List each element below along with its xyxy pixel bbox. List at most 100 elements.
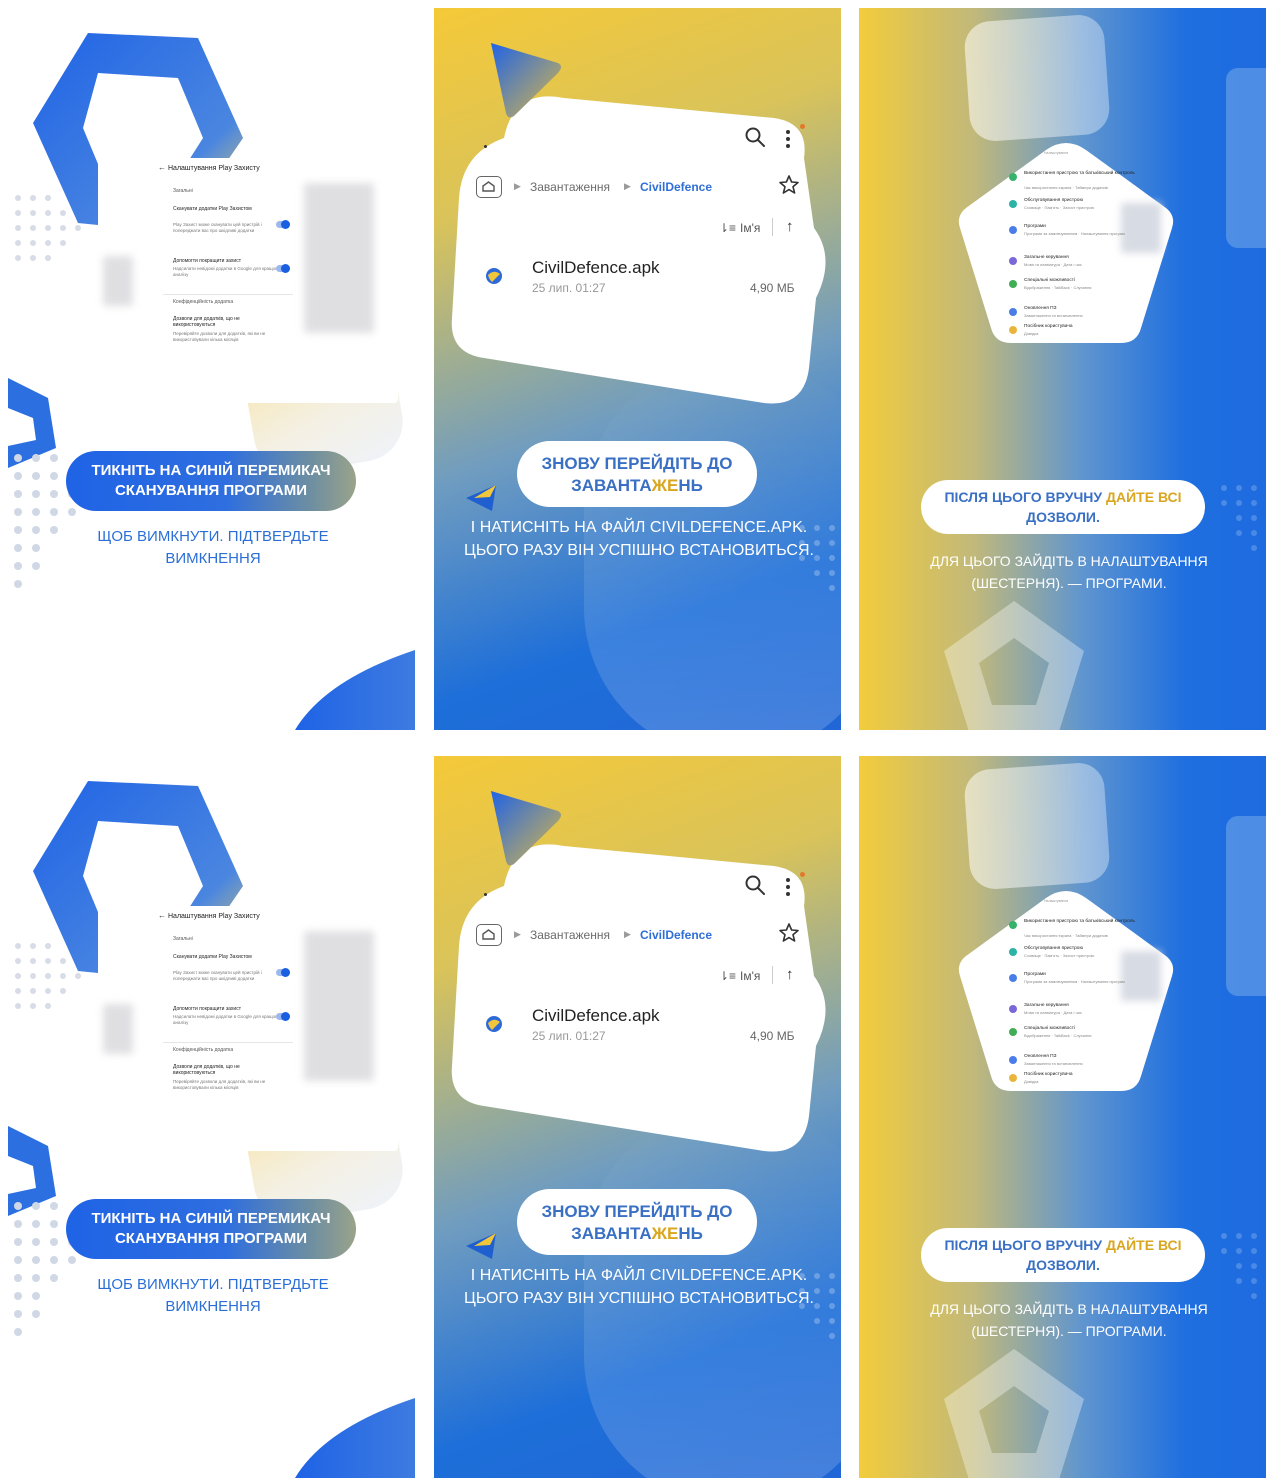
settings-list-header: Налаштування — [1044, 899, 1069, 903]
scan-option-title: Сканувати додатки Play Захистом — [173, 206, 252, 212]
settings-item-desc: Відображення · TalkBack · Слухання — [1024, 1033, 1092, 1038]
back-arrow-icon[interactable]: ← — [158, 163, 166, 172]
section-general: Загальні — [173, 936, 193, 942]
breadcrumb-chevron-icon: ▶ — [624, 181, 631, 191]
permissions-option-desc: Перевіряйте дозволи для додатків, які ви… — [173, 1079, 266, 1090]
settings-title: Налаштування Play Захисту — [168, 165, 260, 172]
breadcrumb-folder[interactable]: CivilDefence — [640, 180, 712, 194]
rounded-shape-decor — [962, 13, 1112, 143]
settings-item-icon — [1009, 948, 1017, 956]
panel-play-protect: ← Налаштування Play Захисту Загальні Ска… — [8, 8, 415, 730]
edge-shape-decor — [1226, 816, 1266, 996]
status-dot — [484, 145, 487, 148]
settings-item-desc: Сховище · Пам'ять · Захист пристрою — [1024, 953, 1095, 958]
tutorial-grid: ← Налаштування Play Захисту Загальні Ска… — [0, 0, 1272, 1478]
rounded-shape-decor — [962, 761, 1112, 891]
star-icon[interactable] — [778, 174, 800, 196]
settings-item-desc: Відображення · TalkBack · Слухання — [1024, 285, 1092, 290]
file-size: 4,90 МБ — [750, 281, 795, 295]
sort-direction-icon[interactable]: ↑ — [786, 218, 794, 235]
triangle-decor — [491, 791, 561, 866]
notification-dot — [800, 124, 805, 129]
search-icon[interactable] — [744, 126, 766, 148]
breadcrumb-chevron-icon: ▶ — [514, 181, 521, 191]
triangle-decor — [491, 43, 561, 118]
pentagon-outline-decor — [944, 1349, 1084, 1478]
pill-text-part2: ДОЗВОЛИ. — [1026, 509, 1100, 525]
star-icon[interactable] — [778, 922, 800, 944]
breadcrumb-folder[interactable]: CivilDefence — [640, 928, 712, 942]
improve-option-title: Допомогти покращити захист — [173, 1006, 241, 1012]
pill-text-part2: НЬ — [678, 1224, 703, 1243]
pill-text-part1: ЗНОВУ ПЕРЕЙДІТЬ ДО ЗАВАНТА — [541, 454, 733, 495]
status-dot — [484, 893, 487, 896]
breadcrumb-downloads[interactable]: Завантаження — [530, 180, 610, 194]
file-name[interactable]: CivilDefence.apk — [532, 258, 660, 278]
sort-direction-icon[interactable]: ↑ — [786, 966, 794, 983]
settings-item-icon — [1009, 1005, 1017, 1013]
settings-item-desc: Мова та клавіатура · Дата і час — [1024, 262, 1082, 267]
file-name[interactable]: CivilDefence.apk — [532, 1006, 660, 1026]
settings-item-title: Обслуговування пристрою — [1024, 946, 1084, 951]
settings-item-desc: Час використання екрана · Таймери додатк… — [1024, 185, 1108, 190]
settings-item-title: Використання пристрою та батьківський ко… — [1024, 919, 1135, 924]
back-arrow-icon[interactable]: ← — [158, 911, 166, 920]
instruction-pill: ЗНОВУ ПЕРЕЙДІТЬ ДО ЗАВАНТАЖЕНЬ — [517, 441, 757, 507]
scan-option-title: Сканувати додатки Play Захистом — [173, 954, 252, 960]
home-icon[interactable] — [476, 176, 502, 198]
pill-text-part1: ПІСЛЯ ЦЬОГО ВРУЧНУ — [944, 489, 1107, 505]
sort-icon[interactable]: ⇂≡ — [719, 969, 736, 983]
settings-item-icon — [1009, 921, 1017, 929]
instruction-subtext: ДЛЯ ЦЬОГО ЗАЙДІТЬ В НАЛАШТУВАННЯ (ШЕСТЕР… — [930, 553, 1208, 591]
dot-pattern-decor — [799, 525, 835, 591]
instruction-subtext: І НАТИСНІТЬ НА ФАЙЛ CIVILDEFENCE.APK. ЦЬ… — [464, 1267, 814, 1307]
settings-item-title: Використання пристрою та батьківський ко… — [1024, 171, 1135, 176]
file-manager-card — [451, 844, 826, 1152]
panel-play-protect: ← Налаштування Play Захисту Загальні Ска… — [8, 756, 415, 1478]
pill-text-accent: ДАЙТЕ ВСІ — [1106, 1237, 1182, 1253]
panel-settings: Налаштування Використання пристрою та ба… — [859, 756, 1266, 1478]
pentagon-outline-decor — [944, 601, 1084, 730]
instruction-subtext: ЩОБ ВИМКНУТИ. ПІДТВЕРДЬТЕ ВИМКНЕННЯ — [97, 528, 329, 567]
settings-item-icon — [1009, 1056, 1017, 1064]
settings-item-title: Посібник користувача — [1024, 324, 1073, 329]
scan-toggle[interactable] — [276, 968, 290, 977]
more-options-icon[interactable] — [784, 128, 792, 150]
improve-toggle[interactable] — [276, 264, 290, 273]
settings-item-desc: Час використання екрана · Таймери додатк… — [1024, 933, 1108, 938]
section-privacy: Конфіденційність додатка — [173, 299, 234, 305]
apk-file-icon — [486, 1016, 502, 1032]
instruction-subtext: ДЛЯ ЦЬОГО ЗАЙДІТЬ В НАЛАШТУВАННЯ (ШЕСТЕР… — [930, 1301, 1208, 1339]
blurred-region — [304, 931, 374, 1081]
instruction-pill: ЗНОВУ ПЕРЕЙДІТЬ ДО ЗАВАНТАЖЕНЬ — [517, 1189, 757, 1255]
edge-shape-decor — [1226, 68, 1266, 248]
dot-pattern-decor — [799, 1273, 835, 1339]
settings-item-desc: Завантаження та встановлення — [1024, 1061, 1083, 1066]
home-icon[interactable] — [476, 924, 502, 946]
section-general: Загальні — [173, 188, 193, 194]
settings-item-icon — [1009, 200, 1017, 208]
scan-toggle[interactable] — [276, 220, 290, 229]
sort-label[interactable]: Ім'я — [740, 969, 760, 983]
divider — [772, 966, 773, 984]
sort-icon[interactable]: ⇂≡ — [719, 221, 736, 235]
search-icon[interactable] — [744, 874, 766, 896]
settings-item-title: Загальне керування — [1024, 1003, 1069, 1008]
settings-title: Налаштування Play Захисту — [168, 913, 260, 920]
breadcrumb-downloads[interactable]: Завантаження — [530, 928, 610, 942]
more-options-icon[interactable] — [784, 876, 792, 898]
file-date: 25 лип. 01:27 — [532, 1029, 606, 1043]
instruction-pill: ТИКНІТЬ НА СИНІЙ ПЕРЕМИКАЧ СКАНУВАННЯ ПР… — [66, 1199, 356, 1259]
settings-item-icon — [1009, 326, 1017, 334]
file-size: 4,90 МБ — [750, 1029, 795, 1043]
sort-label[interactable]: Ім'я — [740, 221, 760, 235]
settings-item-title: Загальне керування — [1024, 255, 1069, 260]
pill-text-accent: ЖЕ — [651, 1224, 679, 1243]
settings-item-desc: Програми за замовчуванням · Налаштування… — [1024, 231, 1125, 236]
settings-item-icon — [1009, 974, 1017, 982]
improve-toggle[interactable] — [276, 1012, 290, 1021]
settings-item-icon — [1009, 1028, 1017, 1036]
blurred-region — [1121, 203, 1161, 253]
settings-item-title: Спеціальні можливості — [1024, 278, 1075, 283]
instruction-pill: ПІСЛЯ ЦЬОГО ВРУЧНУ ДАЙТЕ ВСІ ДОЗВОЛИ. — [921, 1228, 1205, 1282]
